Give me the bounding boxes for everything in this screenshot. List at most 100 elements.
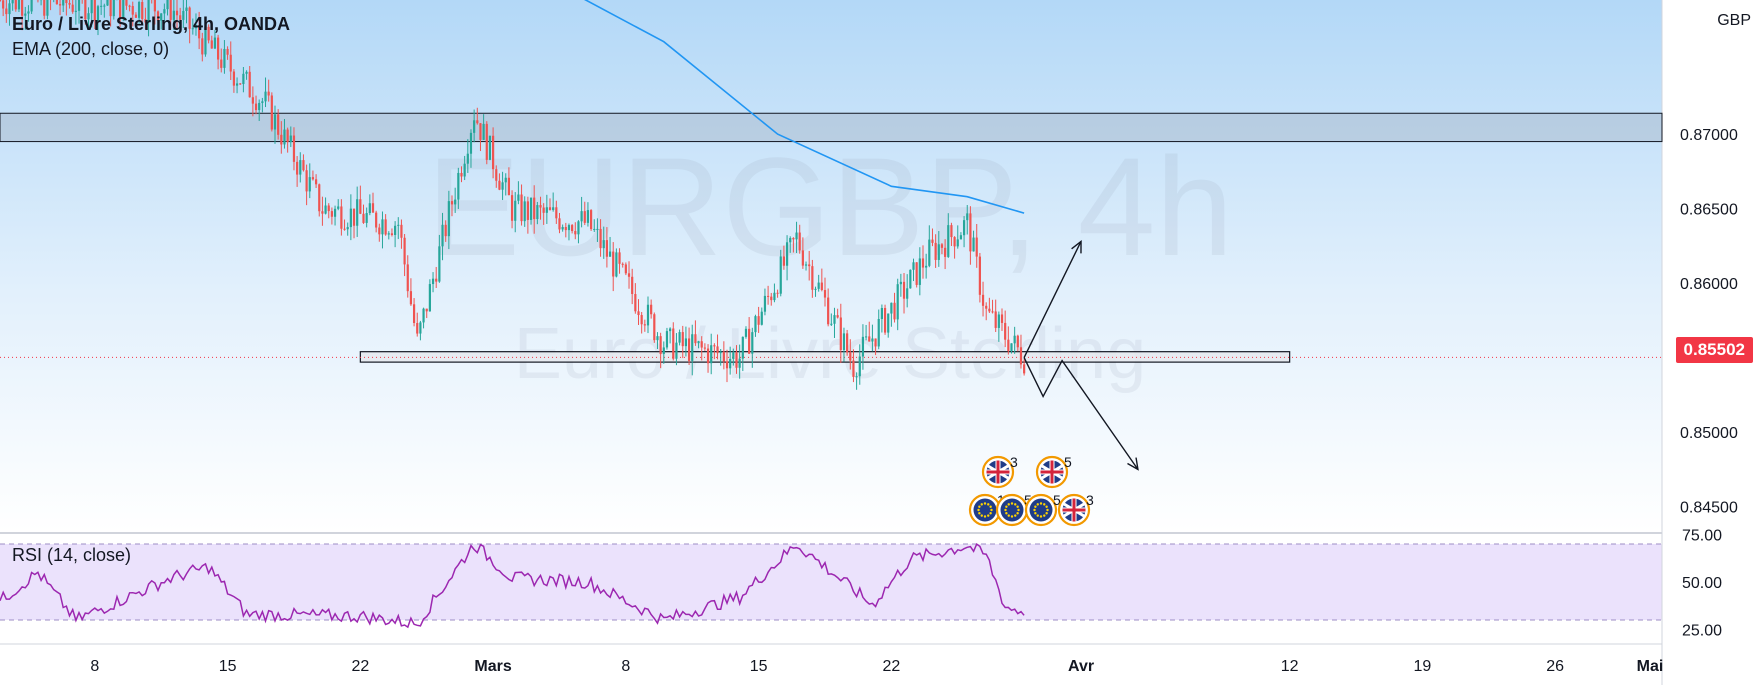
time-tick-label: 22 bbox=[351, 658, 369, 675]
candle-body bbox=[308, 177, 311, 192]
candle-body bbox=[868, 336, 871, 342]
candle-body bbox=[400, 224, 403, 238]
eu-flag-icon[interactable] bbox=[995, 493, 1029, 527]
candle-body bbox=[962, 220, 966, 236]
candle-body bbox=[773, 292, 776, 301]
candle-body bbox=[969, 213, 972, 252]
candle-body bbox=[877, 318, 880, 347]
candle-body bbox=[918, 258, 921, 285]
candle-body bbox=[425, 308, 428, 312]
candle-body bbox=[687, 338, 691, 361]
candle-body bbox=[827, 297, 830, 325]
candle-body bbox=[659, 336, 662, 355]
candle-body bbox=[871, 338, 874, 342]
candle-body bbox=[571, 225, 574, 232]
ema-legend[interactable]: EMA (200, close, 0) bbox=[12, 37, 290, 62]
time-tick-label: 19 bbox=[1414, 658, 1432, 675]
candle-body bbox=[650, 304, 653, 315]
candle-body bbox=[431, 278, 435, 285]
candle-body bbox=[1023, 364, 1026, 374]
rsi-legend[interactable]: RSI (14, close) bbox=[12, 545, 131, 566]
candle-body bbox=[808, 264, 811, 267]
candle-body bbox=[77, 0, 81, 11]
candle-body bbox=[526, 201, 529, 220]
candle-body bbox=[428, 284, 431, 312]
candle-body bbox=[700, 341, 703, 348]
candle-body bbox=[757, 316, 760, 325]
candle-body bbox=[1019, 347, 1023, 365]
candle-body bbox=[273, 114, 277, 130]
candle-body bbox=[11, 0, 14, 4]
candle-body bbox=[235, 83, 239, 86]
candle-body bbox=[441, 224, 444, 247]
candle-body bbox=[608, 251, 612, 257]
candle-body bbox=[732, 352, 735, 359]
candle-body bbox=[972, 237, 975, 252]
candle-body bbox=[956, 239, 959, 247]
candle-body bbox=[251, 97, 254, 104]
candle-body bbox=[763, 295, 767, 312]
candle-body bbox=[495, 169, 498, 181]
candle-body bbox=[153, 0, 156, 12]
candle-body bbox=[586, 210, 590, 223]
candle-body bbox=[365, 213, 368, 223]
candle-body bbox=[925, 265, 928, 268]
candle-body bbox=[371, 203, 375, 213]
candle-body bbox=[520, 194, 523, 222]
time-tick-label: 12 bbox=[1281, 658, 1299, 675]
candle-body bbox=[2, 0, 5, 9]
uk-flag-icon[interactable] bbox=[1057, 493, 1091, 527]
candle-body bbox=[738, 358, 741, 368]
candle-body bbox=[346, 227, 349, 230]
candle-body bbox=[988, 308, 991, 312]
candle-body bbox=[779, 256, 782, 294]
candle-body bbox=[830, 323, 833, 325]
candle-body bbox=[286, 129, 289, 143]
candle-body bbox=[820, 282, 823, 291]
candle-body bbox=[789, 238, 792, 243]
candle-body bbox=[387, 233, 390, 235]
candle-body bbox=[1000, 314, 1004, 323]
candle-body bbox=[349, 208, 352, 228]
price-tick-label: 0.86000 bbox=[1680, 276, 1738, 293]
candle-body bbox=[839, 317, 842, 350]
candle-body bbox=[849, 352, 852, 361]
candle-body bbox=[991, 311, 994, 313]
time-tick-label: Avr bbox=[1068, 658, 1094, 675]
eu-flag-icon[interactable] bbox=[968, 493, 1002, 527]
time-tick-label: Mai bbox=[1637, 658, 1664, 675]
candle-body bbox=[30, 0, 33, 12]
candle-body bbox=[412, 304, 416, 323]
candle-body bbox=[985, 305, 988, 309]
chart-canvas[interactable]: EURGBP, 4h Euro / Livre Sterling 0.87000… bbox=[0, 0, 1761, 685]
candle-body bbox=[473, 120, 476, 133]
candle-body bbox=[624, 264, 627, 274]
candle-body bbox=[634, 294, 637, 312]
candle-body bbox=[447, 201, 450, 237]
candle-body bbox=[416, 322, 419, 334]
uk-flag-icon[interactable] bbox=[981, 455, 1015, 489]
candle-body bbox=[722, 351, 725, 362]
candle-body bbox=[356, 199, 359, 226]
candle-body bbox=[62, 0, 65, 6]
candle-body bbox=[861, 336, 865, 357]
candle-body bbox=[103, 5, 106, 7]
uk-flag-icon[interactable] bbox=[1035, 455, 1069, 489]
candle-body bbox=[14, 0, 17, 10]
candle-body bbox=[340, 206, 343, 229]
candle-body bbox=[548, 207, 552, 210]
candle-body bbox=[817, 282, 820, 289]
candle-body bbox=[289, 135, 292, 143]
candle-body bbox=[725, 361, 729, 369]
candle-body bbox=[242, 73, 245, 85]
eu-flag-icon[interactable] bbox=[1024, 493, 1058, 527]
candle-body bbox=[656, 336, 659, 341]
pane-separator[interactable] bbox=[0, 532, 1662, 534]
candle-body bbox=[947, 225, 950, 257]
candle-body bbox=[1016, 335, 1019, 348]
candle-body bbox=[444, 224, 447, 237]
candle-body bbox=[564, 227, 567, 231]
symbol-title[interactable]: Euro / Livre Sterling, 4h, OANDA bbox=[12, 12, 290, 37]
resistance-zone[interactable] bbox=[0, 112, 1663, 143]
candle-body bbox=[716, 346, 719, 354]
